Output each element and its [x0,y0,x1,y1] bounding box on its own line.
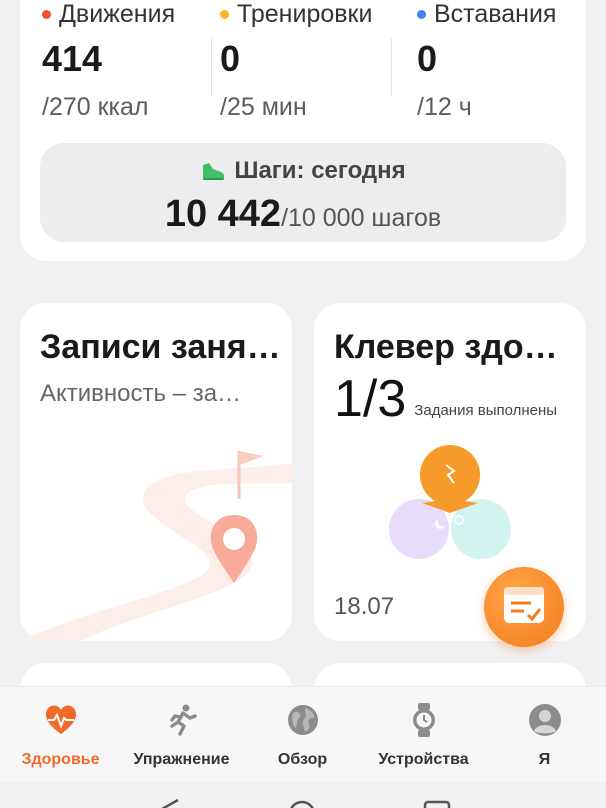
nav-me[interactable]: Я [484,687,605,783]
nav-overview-label: Обзор [277,751,328,768]
nav-exercise-label: Упражнение [133,751,230,768]
steps-panel[interactable]: Шаги: сегодня 10 442/10 000 шагов [40,143,566,242]
clover-chart [389,445,511,559]
clover-title: Клевер здо… [334,328,558,366]
watch-icon [413,703,435,737]
system-navigation-bar [0,782,606,808]
standing-goal: /12 ч [417,93,472,121]
standing-value: 0 [417,38,438,79]
moves-value: 414 [42,38,103,79]
globe-icon [288,705,318,735]
steps-title: Шаги: сегодня [234,157,406,184]
heart-icon [45,705,77,734]
nav-me-label: Я [538,751,551,768]
nav-devices[interactable]: Устройства [363,687,484,783]
nav-health-label: Здоровье [21,751,100,768]
runner-icon [170,704,197,736]
clover-count: 1/3 [334,370,407,428]
workouts-dot [220,10,229,19]
clover-subtitle: Задания выполнены [414,402,558,419]
divider [211,38,212,96]
system-nav-icons [161,798,451,808]
bottom-navigation: Здоровье Упражнение Обзор Устройства Я [0,686,606,783]
workouts-value: 0 [220,38,241,79]
moves-dot [42,10,51,19]
workouts-ring[interactable]: Тренировки 0 /25 мин [220,0,372,122]
workouts-goal: /25 мин [220,93,307,121]
nav-health[interactable]: Здоровье [0,687,121,783]
records-card[interactable]: Записи заня… Активность – за… [20,303,292,641]
nav-devices-label: Устройства [378,751,469,768]
standing-ring[interactable]: Вставания 0 /12 ч [417,0,556,122]
workouts-label: Тренировки [237,0,373,28]
steps-goal: /10 000 шагов [281,204,442,232]
checklist-icon [504,587,544,623]
profile-icon [529,704,561,736]
clover-date: 18.07 [334,593,395,620]
tasks-fab-button[interactable] [484,567,564,647]
moves-ring[interactable]: Движения 414 /270 ккал [42,0,175,122]
nav-exercise[interactable]: Упражнение [121,687,242,783]
moves-goal: /270 ккал [42,93,149,121]
shoe-icon [203,163,225,180]
standing-label: Вставания [434,0,557,28]
divider [391,38,392,96]
nav-overview[interactable]: Обзор [242,687,363,783]
standing-dot [417,10,426,19]
activity-card[interactable]: Движения 414 /270 ккал Тренировки 0 /25 … [20,0,586,261]
moves-label: Движения [59,0,176,28]
steps-value: 10 442 [164,193,282,235]
route-illustration [20,451,292,641]
